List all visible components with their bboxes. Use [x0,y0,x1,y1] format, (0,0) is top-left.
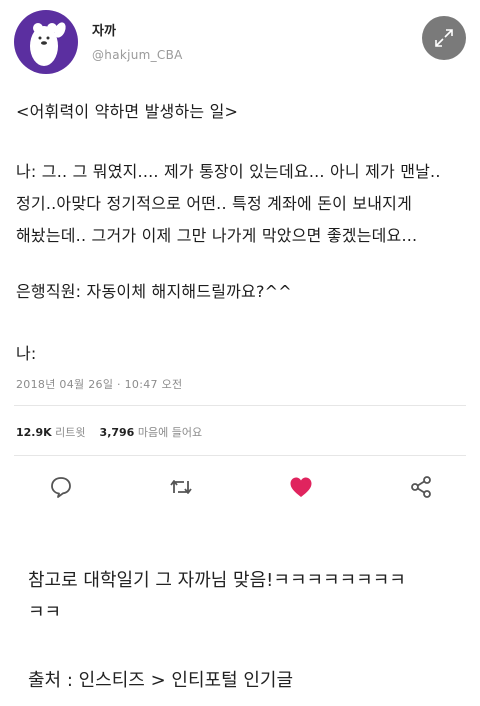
expand-button[interactable] [422,16,466,60]
tweet-text-line: 해놨는데.. 그거가 이제 그만 나가게 막았으면 좋겠는데요... [16,226,418,245]
share-icon [411,476,431,498]
username[interactable]: 자까 [92,20,116,39]
divider [14,405,466,406]
caption-text: ㅋㅋ [28,602,62,623]
divider [14,455,466,456]
avatar[interactable] [14,10,78,74]
like-label[interactable]: 마음에 들어요 [138,426,202,439]
reply-button[interactable] [46,472,76,502]
reply-bubble-icon [51,477,71,498]
tweet-timestamp[interactable]: 2018년 04월 26일 · 10:47 오전 [16,376,182,392]
retweet-icon [170,480,192,494]
retweet-label[interactable]: 리트윗 [55,426,85,439]
tweet-card: 자까 @hakjum_CBA <어휘력이 약하면 발생하는 일> 나: 그.. … [0,0,480,530]
tweet-stats: 12.9K 리트윗 3,796 마음에 들어요 [16,424,202,440]
like-button[interactable] [286,472,316,502]
tweet-text-line: 정기..아맞다 정기적으로 어떤.. 특정 계좌에 돈이 보내지게 [16,194,413,213]
tweet-title: <어휘력이 약하면 발생하는 일> [16,102,239,121]
tweet-text-line: 나: 그.. 그 뭐였지.... 제가 통장이 있는데요... 아니 제가 맨날… [16,162,441,181]
caption-text: 참고로 대학일기 그 자까님 맞음!ㅋㅋㅋㅋㅋㅋㅋㅋ [28,570,406,591]
tweet-text-line: 나: [16,344,37,363]
retweet-count[interactable]: 12.9K [16,426,52,439]
retweet-button[interactable] [166,472,196,502]
heart-icon [290,477,312,497]
tweet-text-line: 은행직원: 자동이체 해지해드릴까요?^^ [16,282,292,301]
source-text: 출처 : 인스티즈 > 인티포털 인기글 [28,670,294,691]
user-handle[interactable]: @hakjum_CBA [92,48,183,62]
bear-mascot-icon [30,22,66,66]
share-button[interactable] [406,472,436,502]
like-count[interactable]: 3,796 [100,426,135,439]
expand-arrows-icon [435,29,453,47]
